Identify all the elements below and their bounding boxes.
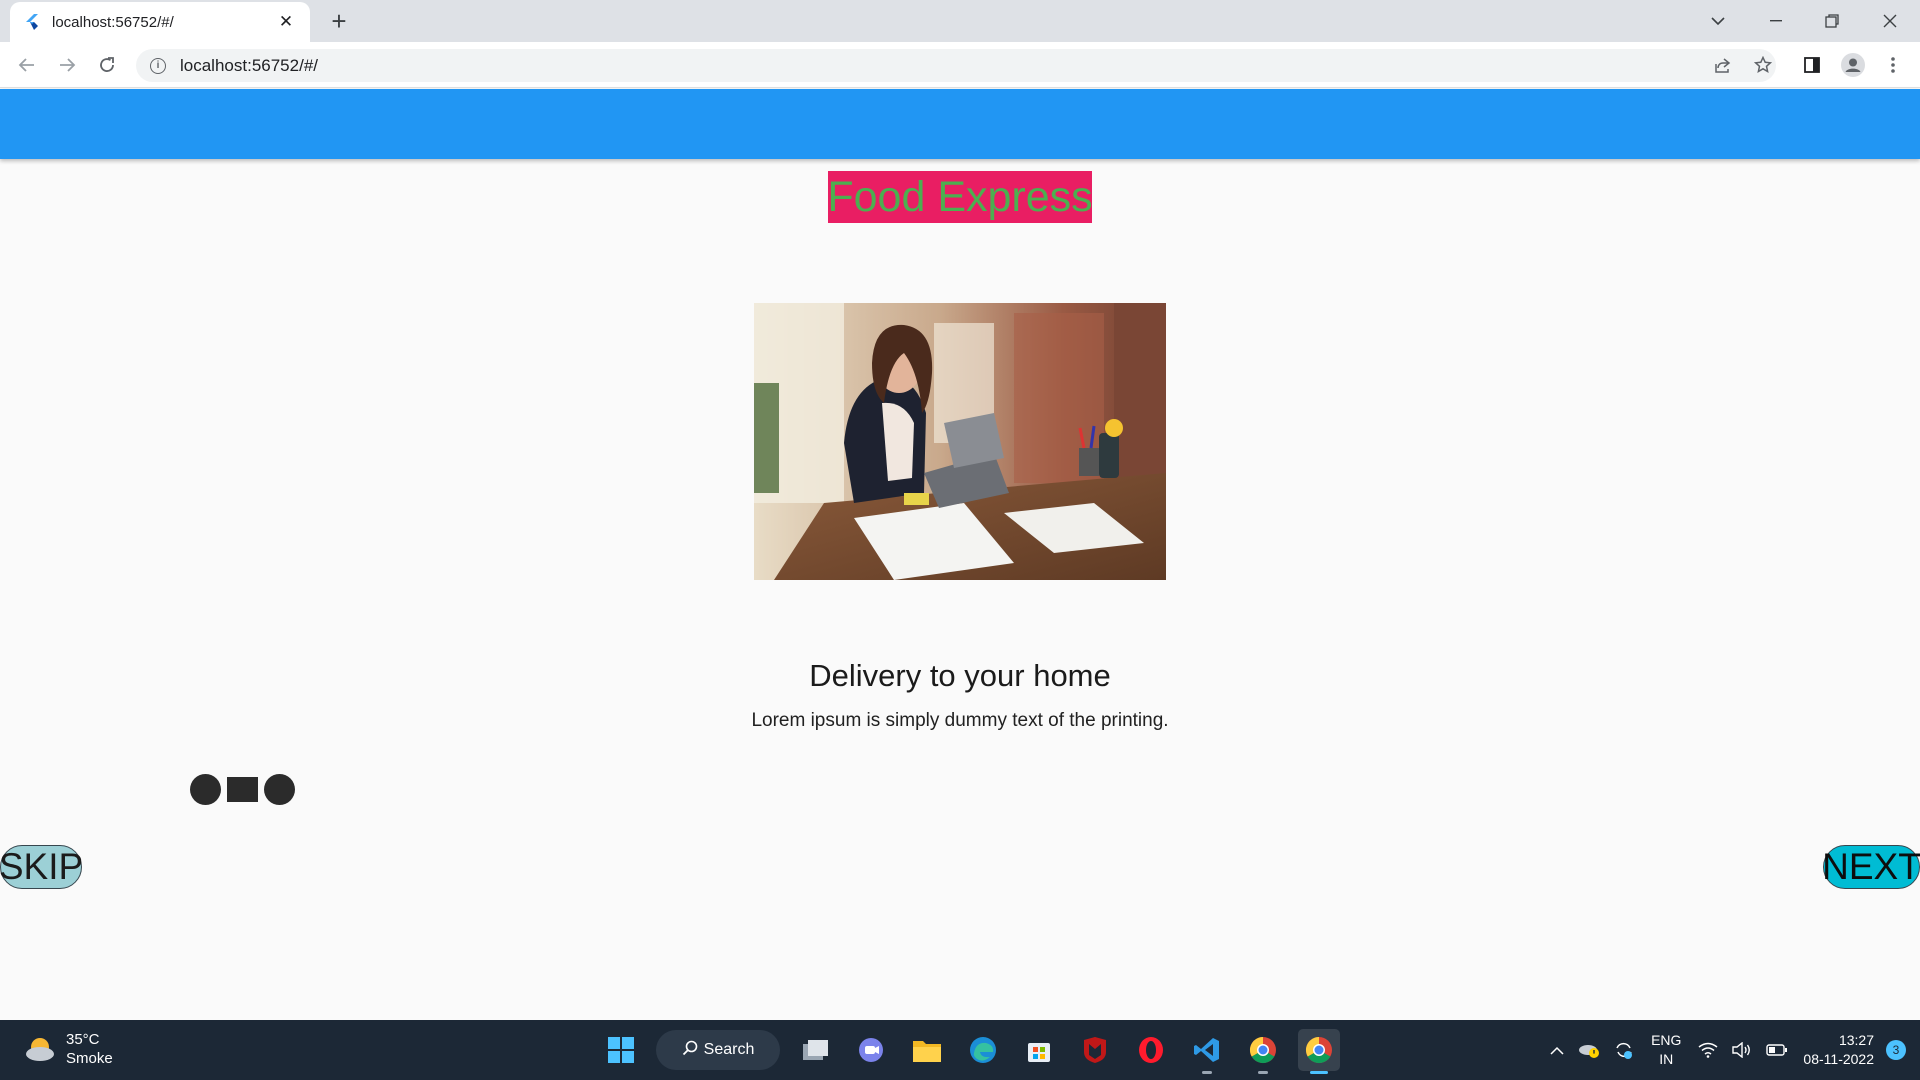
tab-search-icon[interactable] bbox=[1696, 6, 1740, 36]
language-primary: ENG bbox=[1651, 1032, 1682, 1048]
volume-icon[interactable] bbox=[1732, 1042, 1752, 1058]
forward-icon[interactable] bbox=[52, 51, 82, 79]
site-info-icon[interactable]: i bbox=[150, 57, 166, 74]
weather-description: Smoke bbox=[66, 1050, 113, 1067]
weather-cloud-sun-icon bbox=[24, 1035, 56, 1063]
flutter-icon bbox=[24, 14, 40, 30]
onboarding-headline: Delivery to your home bbox=[809, 658, 1111, 693]
vscode-icon[interactable] bbox=[1186, 1029, 1228, 1074]
new-tab-button[interactable]: + bbox=[326, 6, 352, 36]
clock-date: 08-11-2022 bbox=[1803, 1051, 1874, 1067]
tab-strip: localhost:56752/#/ ✕ + bbox=[0, 0, 1920, 42]
language-indicator[interactable]: ENG IN bbox=[1651, 1031, 1681, 1069]
browser-tab[interactable]: localhost:56752/#/ ✕ bbox=[10, 2, 310, 42]
menu-kebab-icon[interactable] bbox=[1878, 51, 1908, 79]
taskbar-search-label: Search bbox=[703, 1041, 755, 1058]
bookmark-star-icon[interactable] bbox=[1748, 51, 1778, 79]
screen: localhost:56752/#/ ✕ + i localhost:56752… bbox=[0, 0, 1920, 1080]
back-icon[interactable] bbox=[12, 51, 42, 79]
onboarding-image bbox=[754, 303, 1166, 580]
page-dot[interactable] bbox=[190, 773, 221, 805]
address-bar[interactable]: i localhost:56752/#/ bbox=[136, 49, 1776, 82]
opera-icon[interactable] bbox=[1130, 1029, 1172, 1071]
notification-count-badge[interactable]: 3 bbox=[1886, 1040, 1906, 1060]
clock[interactable]: 13:27 08-11-2022 bbox=[1803, 1031, 1874, 1069]
microsoft-store-icon[interactable] bbox=[1018, 1029, 1060, 1071]
language-secondary: IN bbox=[1659, 1051, 1674, 1067]
active-window-indicator bbox=[1310, 1071, 1328, 1074]
page-dot-active[interactable] bbox=[227, 776, 258, 802]
close-window-icon[interactable] bbox=[1868, 6, 1912, 36]
running-indicator bbox=[1202, 1071, 1212, 1074]
onboarding-description: Lorem ipsum is simply dummy text of the … bbox=[751, 710, 1169, 731]
tab-close-icon[interactable]: ✕ bbox=[276, 12, 296, 32]
taskbar-apps: Search bbox=[600, 1026, 1340, 1074]
chrome-active-icon[interactable] bbox=[1298, 1029, 1340, 1074]
file-explorer-icon[interactable] bbox=[906, 1029, 948, 1071]
minimize-icon[interactable] bbox=[1754, 6, 1798, 36]
url-text: localhost:56752/#/ bbox=[180, 55, 318, 75]
weather-widget[interactable]: 35°C Smoke bbox=[24, 1030, 113, 1068]
page-dot[interactable] bbox=[264, 773, 295, 805]
profile-avatar-icon[interactable] bbox=[1838, 51, 1868, 79]
wifi-icon[interactable] bbox=[1698, 1042, 1718, 1058]
browser-toolbar: i localhost:56752/#/ bbox=[0, 42, 1920, 88]
edge-icon[interactable] bbox=[962, 1029, 1004, 1071]
system-tray: ENG IN 13:27 08-11-2022 3 bbox=[1543, 1020, 1920, 1080]
share-icon[interactable] bbox=[1708, 51, 1738, 79]
restore-icon[interactable] bbox=[1810, 6, 1854, 36]
taskbar: 35°C Smoke Search ENG IN 13:27 08-11-202… bbox=[0, 1020, 1920, 1080]
page-indicator bbox=[190, 773, 295, 805]
battery-icon[interactable] bbox=[1766, 1043, 1788, 1057]
brand-title: Food Express bbox=[827, 171, 1093, 223]
sync-icon[interactable] bbox=[1614, 1040, 1634, 1060]
next-button[interactable]: NEXT bbox=[1822, 845, 1920, 889]
running-indicator bbox=[1258, 1071, 1268, 1074]
app-bar bbox=[0, 89, 1920, 159]
side-panel-icon[interactable] bbox=[1797, 51, 1827, 79]
start-icon[interactable] bbox=[600, 1029, 642, 1071]
skip-button[interactable]: SKIP bbox=[0, 845, 83, 889]
reload-icon[interactable] bbox=[92, 51, 122, 79]
mcafee-icon[interactable] bbox=[1074, 1029, 1116, 1071]
onedrive-warning-icon[interactable] bbox=[1578, 1041, 1600, 1059]
search-icon bbox=[682, 1040, 698, 1061]
task-view-icon[interactable] bbox=[794, 1029, 836, 1071]
taskbar-search-button[interactable]: Search bbox=[656, 1030, 780, 1070]
chevron-up-icon[interactable] bbox=[1550, 1046, 1564, 1055]
clock-time: 13:27 bbox=[1838, 1032, 1874, 1048]
chrome-icon[interactable] bbox=[1242, 1029, 1284, 1074]
tab-title: localhost:56752/#/ bbox=[52, 13, 174, 31]
teams-chat-icon[interactable] bbox=[850, 1029, 892, 1071]
weather-temperature: 35°C bbox=[66, 1031, 100, 1048]
